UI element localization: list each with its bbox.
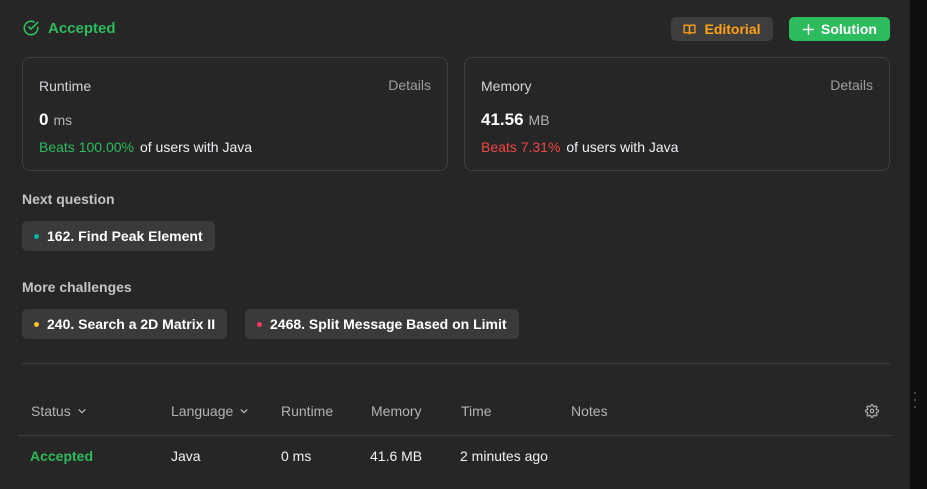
column-label: Notes xyxy=(571,403,608,419)
runtime-details-link[interactable]: Details xyxy=(388,77,431,93)
solution-label: Solution xyxy=(821,21,877,37)
memory-beats-suffix: of users with Java xyxy=(566,139,679,155)
more-challenges-label: More challenges xyxy=(22,279,132,295)
runtime-card[interactable]: Runtime Details 0 ms Beats 100.00% of us… xyxy=(22,57,448,171)
runtime-number: 0 xyxy=(39,110,49,129)
memory-beats: Beats 7.31% of users with Java xyxy=(481,139,678,155)
status-column-header[interactable]: Status xyxy=(31,403,87,419)
handle-dot xyxy=(913,399,916,401)
book-open-icon xyxy=(683,24,697,34)
editorial-button[interactable]: Editorial xyxy=(671,17,773,41)
memory-card[interactable]: Memory Details 41.56 MB Beats 7.31% of u… xyxy=(464,57,890,171)
column-label: Memory xyxy=(371,403,422,419)
table-row[interactable] xyxy=(18,436,893,476)
column-label: Runtime xyxy=(281,403,334,419)
panel-gutter xyxy=(910,0,927,489)
challenge-chip[interactable]: 240. Search a 2D Matrix II xyxy=(22,309,228,339)
more-challenges-row: 240. Search a 2D Matrix II 2468. Split M… xyxy=(22,309,722,339)
difficulty-dot xyxy=(257,321,262,327)
handle-dot xyxy=(913,392,916,394)
memory-unit: MB xyxy=(528,112,550,128)
solution-button[interactable]: Solution xyxy=(789,17,890,41)
check-circle-icon xyxy=(23,20,39,36)
difficulty-dot xyxy=(34,233,39,239)
challenge-title: 2468. Split Message Based on Limit xyxy=(270,316,507,332)
runtime-beats-suffix: of users with Java xyxy=(139,139,253,155)
time-column-header: Time xyxy=(461,403,492,419)
plus-icon xyxy=(802,23,815,35)
memory-column-header: Memory xyxy=(371,403,422,419)
handle-dot xyxy=(913,406,916,408)
settings-gear-icon[interactable] xyxy=(865,404,879,418)
next-question-chip[interactable]: 162. Find Peak Element xyxy=(22,221,215,251)
memory-number: 41.56 xyxy=(481,110,524,129)
row-time: 2 minutes ago xyxy=(460,448,548,464)
difficulty-dot xyxy=(34,321,39,327)
next-question-title: 162. Find Peak Element xyxy=(47,228,203,244)
row-status[interactable]: Accepted xyxy=(30,448,93,464)
chevron-down-icon xyxy=(78,409,86,414)
row-language: Java xyxy=(171,448,201,464)
memory-beats-percent: Beats 7.31% xyxy=(481,139,561,155)
submission-status: Accepted xyxy=(22,19,116,37)
memory-value: 41.56 MB xyxy=(481,110,550,130)
editorial-label: Editorial xyxy=(704,21,761,37)
runtime-beats-percent: Beats 100.00% xyxy=(39,139,134,155)
next-question-label: Next question xyxy=(22,191,115,207)
column-label: Status xyxy=(31,403,71,419)
memory-details-link[interactable]: Details xyxy=(830,77,873,93)
section-divider xyxy=(22,363,890,364)
runtime-beats: Beats 100.00% of users with Java xyxy=(39,139,252,155)
status-title: Accepted xyxy=(48,19,116,37)
resize-handle[interactable] xyxy=(913,392,916,408)
runtime-title: Runtime xyxy=(39,78,92,94)
row-memory: 41.6 MB xyxy=(370,448,423,464)
submission-result-panel: Accepted Editorial Solution Runtime Deta… xyxy=(0,0,910,489)
runtime-value: 0 ms xyxy=(39,110,72,130)
column-label: Time xyxy=(461,403,492,419)
challenge-title: 240. Search a 2D Matrix II xyxy=(47,316,216,332)
language-column-header[interactable]: Language xyxy=(171,403,249,419)
column-label: Language xyxy=(171,403,234,419)
chevron-down-icon xyxy=(240,409,248,414)
notes-column-header: Notes xyxy=(571,403,608,419)
memory-title: Memory xyxy=(481,78,532,94)
runtime-unit: ms xyxy=(53,112,73,128)
challenge-chip[interactable]: 2468. Split Message Based on Limit xyxy=(245,309,519,339)
next-question-row: 162. Find Peak Element xyxy=(22,221,722,251)
row-runtime: 0 ms xyxy=(281,448,312,464)
runtime-column-header: Runtime xyxy=(281,403,333,419)
